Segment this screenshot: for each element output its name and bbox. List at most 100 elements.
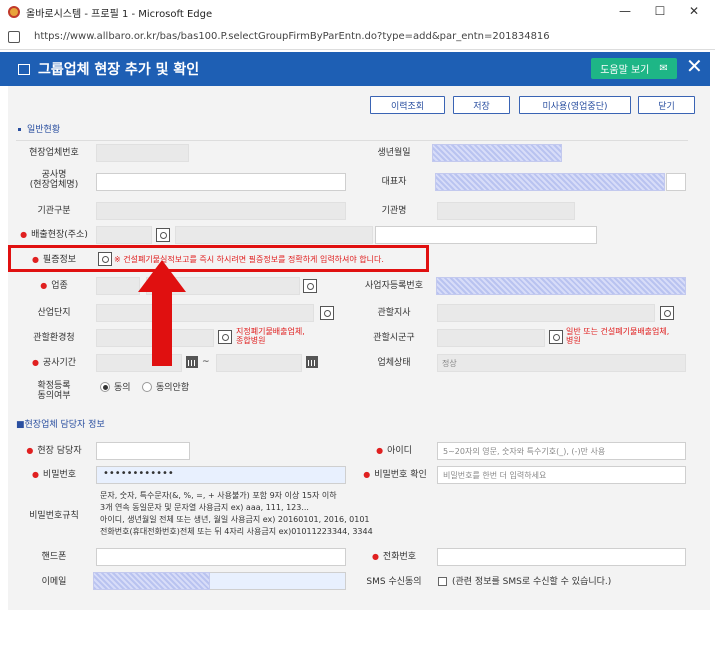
- branch-field: [437, 304, 655, 322]
- password-value: ••••••••••••: [103, 468, 174, 479]
- help-pin-icon: ✉: [659, 63, 668, 74]
- disagree-label: 동의안함: [156, 383, 190, 393]
- industrial-search-icon[interactable]: [320, 306, 334, 320]
- label-agency-name: 기관명: [381, 206, 407, 216]
- label-phone-text: 전화번호: [382, 552, 417, 562]
- maximize-button[interactable]: ☐: [650, 4, 670, 18]
- address-bar[interactable]: https://www.allbaro.or.kr/bas/bas100.P.s…: [0, 24, 715, 50]
- label-birth: 생년월일: [377, 148, 411, 158]
- popup-close-icon[interactable]: ✕: [686, 54, 703, 78]
- annotation-arrow-shaft: [152, 290, 172, 366]
- disagree-radio[interactable]: [142, 382, 152, 392]
- business-search-icon[interactable]: [303, 279, 317, 293]
- branch-search-icon[interactable]: [660, 306, 674, 320]
- section-general: 일반현황: [18, 122, 60, 135]
- label-discharge-site: ● 배출현장(주소): [20, 230, 88, 240]
- annotation-arrow-head: [138, 260, 186, 292]
- save-button[interactable]: 저장: [453, 96, 510, 114]
- label-email: 이메일: [41, 577, 67, 587]
- label-mobile: 핸드폰: [41, 552, 67, 562]
- env-office-note-2: 종합병원: [236, 336, 266, 345]
- label-sms: SMS 수신동의: [366, 577, 422, 587]
- label-business-type-text: 업종: [51, 281, 68, 291]
- label-status: 업체상태: [377, 358, 411, 368]
- window-close-button[interactable]: ✕: [684, 4, 704, 18]
- manager-input[interactable]: [96, 442, 190, 460]
- label-user-id: ● 아이디: [376, 446, 412, 456]
- project-name-input[interactable]: [96, 173, 346, 191]
- district-field: [437, 329, 545, 347]
- label-env-office: 관할환경청: [33, 333, 75, 343]
- industrial-complex-field: [96, 304, 314, 322]
- agree-radio[interactable]: [100, 382, 110, 392]
- app-logo-icon: [8, 6, 20, 18]
- zip-field: [96, 226, 152, 244]
- label-period-text: 공사기간: [42, 358, 77, 368]
- address-detail-input[interactable]: [375, 226, 597, 244]
- agree-label: 동의: [114, 383, 131, 393]
- end-calendar-icon[interactable]: [306, 356, 318, 368]
- representative-field: [435, 173, 665, 191]
- section-contact-title: ■현장업체 담당자 정보: [16, 420, 105, 430]
- representative-extra[interactable]: [666, 173, 686, 191]
- address-search-icon[interactable]: [156, 228, 170, 242]
- label-industrial-complex: 산업단지: [37, 308, 71, 318]
- label-phone: ● 전화번호: [371, 552, 417, 562]
- minimize-button[interactable]: —: [615, 4, 635, 18]
- label-password-text: 비밀번호: [42, 470, 77, 480]
- label-manager-text: 현장 담당자: [37, 446, 82, 456]
- env-office-note-1: 지정폐기물배출업체,: [236, 327, 305, 336]
- label-project-name-2: (현장업체명): [29, 180, 79, 190]
- period-end-field[interactable]: [216, 354, 302, 372]
- business-reg-field: [436, 277, 686, 295]
- label-period: ● 공사기간: [31, 358, 77, 368]
- district-note-2: 병원: [566, 336, 581, 345]
- label-agency-type: 기관구분: [37, 206, 71, 216]
- rule-line: 아이디, 생년월일 전체 또는 생년, 월일 사용금지 ex) 20160101…: [100, 515, 370, 524]
- label-branch: 관할지사: [377, 308, 411, 318]
- district-note-1: 일반 또는 건설폐기물배출업체,: [566, 327, 670, 336]
- business-code-field: [96, 277, 140, 295]
- birth-field: [432, 144, 562, 162]
- unused-button[interactable]: 미사용(영업중단): [519, 96, 631, 114]
- label-user-id-text: 아이디: [387, 446, 412, 456]
- section-general-title: 일반현황: [27, 125, 61, 135]
- window-title: 올바로시스템 - 프로필 1 - Microsoft Edge: [26, 8, 213, 20]
- district-search-icon[interactable]: [549, 330, 563, 344]
- label-password: ● 비밀번호: [31, 470, 77, 480]
- label-district: 관할시군구: [373, 333, 415, 343]
- history-button[interactable]: 이력조회: [370, 96, 445, 114]
- sms-text: (관련 정보를 SMS로 수신할 수 있습니다.): [452, 577, 612, 587]
- user-id-placeholder: 5~20자의 영문, 숫자와 특수기호(_), (-)만 사용: [443, 447, 606, 456]
- label-consent-1: 확정등록: [37, 381, 71, 391]
- sms-checkbox[interactable]: [438, 577, 447, 586]
- rule-line: 문자, 숫자, 특수문자(&, %, =, + 사용불가) 포함 9자 이상 1…: [100, 491, 337, 500]
- start-calendar-icon[interactable]: [186, 356, 198, 368]
- rule-line: 3개 연속 동일문자 및 문자열 사용금지 ex) aaa, 111, 123.…: [100, 503, 309, 512]
- label-password-rules: 비밀번호규칙: [29, 511, 79, 521]
- phone-input[interactable]: [437, 548, 686, 566]
- rule-line: 전화번호(휴대전화번호)전체 또는 뒤 4자리 사용금지 ex)01011223…: [100, 527, 373, 536]
- address-field: [175, 226, 373, 244]
- label-representative: 대표자: [381, 177, 407, 187]
- url-text[interactable]: https://www.allbaro.or.kr/bas/bas100.P.s…: [34, 31, 550, 42]
- label-password-confirm-text: 비밀번호 확인: [374, 470, 427, 480]
- divider: [16, 140, 688, 141]
- site-info-icon[interactable]: [8, 30, 20, 43]
- label-business-reg: 사업자등록번호: [365, 281, 423, 291]
- email-value-redacted: [93, 572, 210, 590]
- close-button[interactable]: 닫기: [638, 96, 695, 114]
- mobile-input[interactable]: [96, 548, 346, 566]
- label-consent-2: 동의여부: [37, 391, 71, 401]
- bullet-icon: [18, 128, 21, 131]
- browser-titlebar: 올바로시스템 - 프로필 1 - Microsoft Edge: [0, 0, 715, 24]
- env-office-search-icon[interactable]: [218, 330, 232, 344]
- form-icon: [18, 63, 30, 75]
- label-manager: ● 현장 담당자: [26, 446, 82, 456]
- agency-name-field: [437, 202, 575, 220]
- label-project-name-1: 공사명: [41, 170, 67, 180]
- site-number-field: [96, 144, 189, 162]
- help-button[interactable]: 도움말 보기 ✉: [591, 58, 677, 79]
- password-confirm-placeholder: 비밀번호를 한번 더 입력하세요: [443, 471, 547, 480]
- label-discharge-site-text: 배출현장(주소): [31, 230, 88, 240]
